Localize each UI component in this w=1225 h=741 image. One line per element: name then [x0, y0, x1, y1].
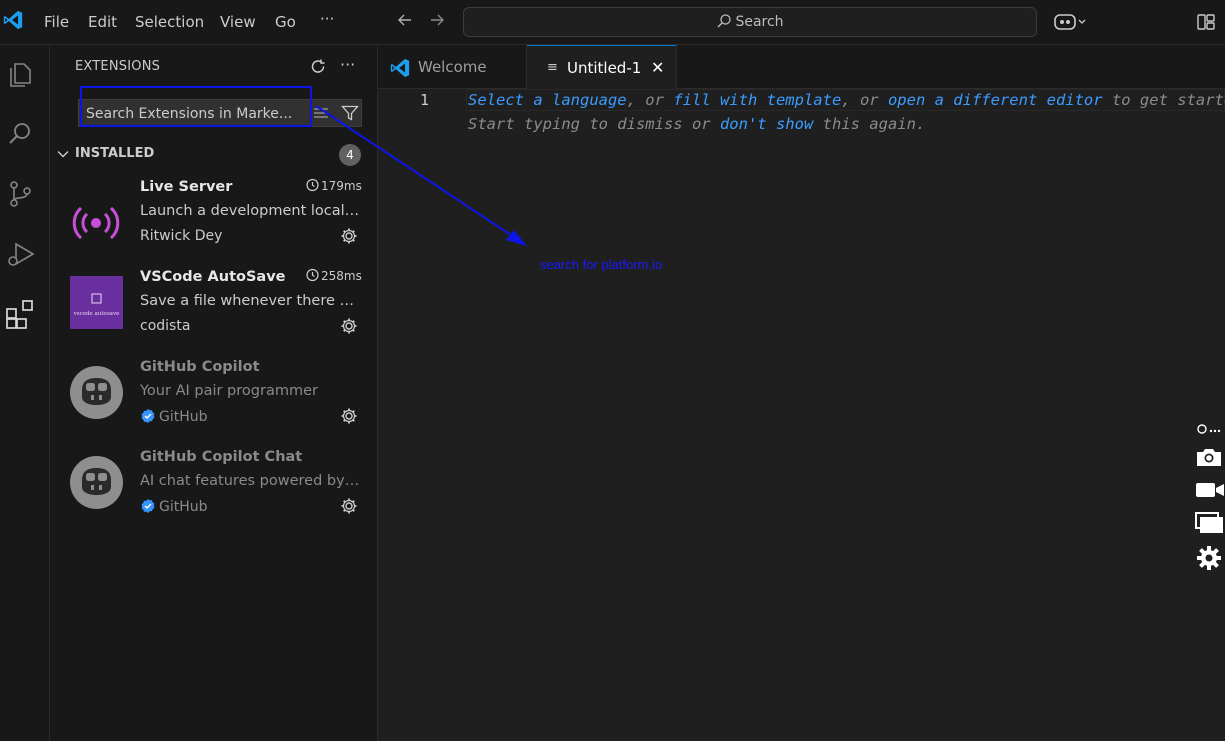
- annotation-text: search for platform.io: [540, 257, 663, 272]
- video-camera-icon[interactable]: [1195, 480, 1225, 504]
- pin-icon[interactable]: [1195, 422, 1225, 440]
- settings-gear-icon[interactable]: [1195, 544, 1223, 576]
- windows-icon[interactable]: [1195, 512, 1225, 538]
- camera-icon[interactable]: [1195, 446, 1223, 472]
- annotation-arrow: [315, 105, 527, 246]
